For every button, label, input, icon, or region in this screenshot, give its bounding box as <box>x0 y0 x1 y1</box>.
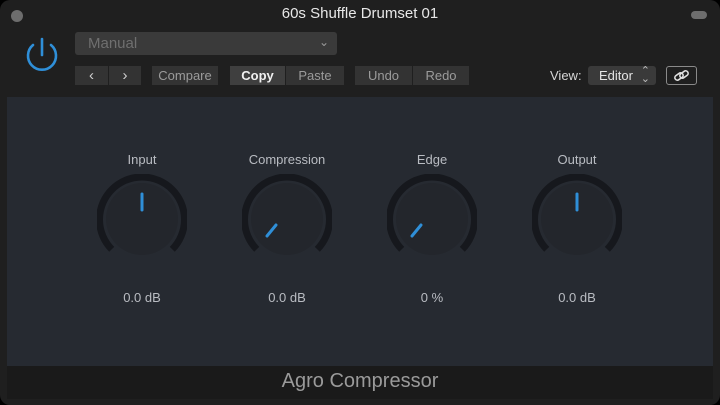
knob-value: 0.0 dB <box>123 290 161 305</box>
preset-value: Manual <box>88 35 138 52</box>
preset-dropdown[interactable]: Manual ⌄ <box>75 32 337 55</box>
knob-label: Edge <box>416 152 448 167</box>
plugin-window: 60s Shuffle Drumset 01 Manual ⌄ ‹ › Comp… <box>0 0 720 405</box>
link-icon <box>674 70 689 81</box>
power-icon[interactable] <box>22 35 62 75</box>
chevron-down-icon: ⌄ <box>318 35 329 49</box>
knob-value: 0 % <box>420 290 444 305</box>
plugin-footer: Agro Compressor <box>7 366 713 399</box>
input-knob[interactable] <box>97 174 187 264</box>
next-preset-button[interactable]: › <box>109 66 141 85</box>
knob-label: Output <box>557 152 597 167</box>
output-knob[interactable] <box>532 174 622 264</box>
redo-button[interactable]: Redo <box>413 66 469 85</box>
undo-button[interactable]: Undo <box>355 66 412 85</box>
window-title: 60s Shuffle Drumset 01 <box>281 5 439 22</box>
up-down-chevron-icon: ⌃ ⌄ <box>640 65 650 85</box>
chevron-left-icon: ‹ <box>89 67 94 84</box>
compression-knob[interactable] <box>242 174 332 264</box>
knob-value: 0.0 dB <box>558 290 596 305</box>
view-label: View: <box>550 68 582 83</box>
compare-button[interactable]: Compare <box>152 66 218 85</box>
copy-button[interactable]: Copy <box>230 66 285 85</box>
previous-preset-button[interactable]: ‹ <box>75 66 108 85</box>
title-bar: 60s Shuffle Drumset 01 <box>0 0 720 28</box>
knob-label: Compression <box>248 152 326 167</box>
link-button[interactable] <box>666 66 697 85</box>
paste-button[interactable]: Paste <box>286 66 344 85</box>
edge-knob[interactable] <box>387 174 477 264</box>
window-control-button[interactable] <box>691 11 707 19</box>
view-value: Editor <box>599 68 633 83</box>
chevron-right-icon: › <box>122 67 128 84</box>
knob-label: Input <box>127 152 157 167</box>
view-select[interactable]: Editor ⌃ ⌄ <box>588 66 656 85</box>
plugin-name: Agro Compressor <box>281 370 439 392</box>
plugin-panel: Input 0.0 dB Compression 0.0 dB Edge 0 %… <box>7 97 713 366</box>
knob-value: 0.0 dB <box>268 290 306 305</box>
